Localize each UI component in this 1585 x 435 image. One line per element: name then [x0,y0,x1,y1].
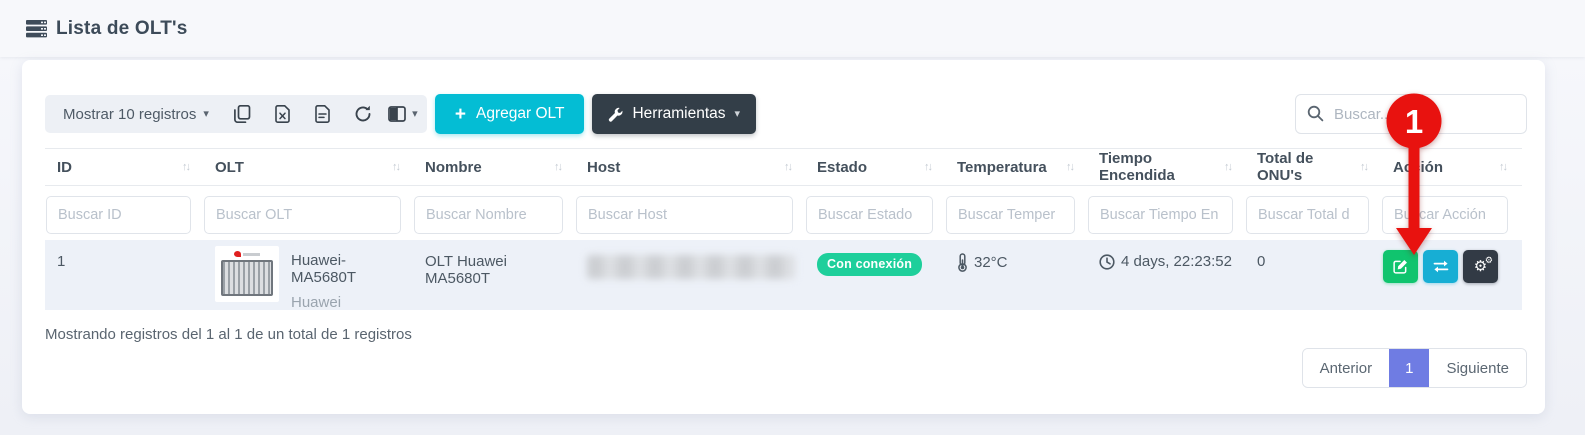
uptime-value: 4 days, 22:23:52 [1121,253,1232,270]
table-row: 1 Huawei-MA5680T Huawei OLT Huawei MA568… [45,240,1522,310]
page-head: Lista de OLT's [26,18,188,40]
cell-host [575,240,805,279]
olt-model: Huawei-MA5680T [291,252,401,286]
chevron-down-icon: ▾ [735,109,741,120]
header-host[interactable]: Host↑↓ [575,159,805,176]
edit-olt-button[interactable] [1383,250,1418,283]
cell-nombre: OLT Huawei MA5680T [413,240,575,287]
cell-olt: Huawei-MA5680T Huawei [203,240,413,311]
sort-icon: ↑↓ [1360,161,1367,173]
sort-icon: ↑↓ [924,161,931,173]
edit-icon [1393,259,1408,274]
file-text-icon [315,105,330,123]
olt-list-card: Mostrar 10 registros ▾ [22,60,1545,414]
cell-accion: ⚙ ⚙ [1381,240,1520,283]
copy-button[interactable] [223,95,263,133]
sort-icon: ↑↓ [1224,161,1231,173]
page-length-label: Mostrar 10 registros [63,106,196,123]
temperature-value: 32°C [974,254,1008,271]
pagination: Anterior 1 Siguiente [1302,348,1527,388]
columns-icon [388,106,406,122]
table-filter-row [45,190,1522,240]
sort-icon: ↑↓ [1499,161,1506,173]
gear-small-icon: ⚙ [1485,256,1493,265]
top-header-bar: Lista de OLT's [0,0,1585,57]
search-input[interactable] [1295,94,1527,134]
filter-host-input[interactable] [576,196,793,234]
cell-id: 1 [45,240,203,270]
sort-icon: ↑↓ [554,161,561,173]
huawei-logo [234,251,260,257]
filter-id-input[interactable] [46,196,191,234]
cell-temperatura: 32°C [945,240,1087,272]
olt-chassis-graphic [221,260,273,296]
column-visibility-dropdown[interactable]: ▾ [383,95,423,133]
table-header-row: ID↑↓ OLT↑↓ Nombre↑↓ Host↑↓ Estado↑↓ Temp… [45,148,1522,186]
header-accion[interactable]: Acción↑↓ [1381,159,1520,176]
header-total-onus[interactable]: Total de ONU's↑↓ [1245,150,1381,184]
header-olt[interactable]: OLT↑↓ [203,159,413,176]
cell-estado: Con conexión [805,240,945,276]
server-icon [26,20,47,38]
export-excel-button[interactable] [263,95,303,133]
tools-dropdown-button[interactable]: Herramientas ▾ [592,94,756,134]
filter-estado-input[interactable] [806,196,933,234]
clock-icon [1099,254,1115,270]
sort-icon: ↑↓ [784,161,791,173]
copy-icon [234,105,251,123]
refresh-icon [354,105,372,123]
cell-total-onus: 0 [1245,240,1381,270]
olt-brand: Huawei [291,294,401,311]
filter-olt-input[interactable] [204,196,401,234]
wrench-icon [608,107,623,122]
header-estado[interactable]: Estado↑↓ [805,159,945,176]
page-title: Lista de OLT's [56,18,188,40]
table-toolbar: Mostrar 10 registros ▾ [45,94,1527,134]
transfer-arrows-button[interactable] [1423,250,1458,283]
pagination-page-1[interactable]: 1 [1389,349,1429,387]
sort-icon: ↑↓ [392,161,399,173]
pagination-previous[interactable]: Anterior [1303,349,1390,387]
olt-device-image [215,246,279,302]
chevron-down-icon: ▾ [412,109,418,120]
cell-tiempo-encendida: 4 days, 22:23:52 [1087,240,1245,270]
toolbar-left-group: Mostrar 10 registros ▾ [45,95,427,133]
header-id[interactable]: ID↑↓ [45,159,203,176]
sort-icon: ↑↓ [182,161,189,173]
filter-tiempo-input[interactable] [1088,196,1233,234]
settings-gears-button[interactable]: ⚙ ⚙ [1463,250,1498,283]
filter-total-input[interactable] [1246,196,1369,234]
tools-label: Herramientas [632,105,725,123]
search-icon [1307,105,1324,122]
add-olt-button[interactable]: + Agregar OLT [435,94,585,134]
header-temperatura[interactable]: Temperatura↑↓ [945,159,1087,176]
filter-nombre-input[interactable] [414,196,563,234]
global-search [1295,94,1527,134]
sort-icon: ↑↓ [1066,161,1073,173]
header-nombre[interactable]: Nombre↑↓ [413,159,575,176]
plus-icon: + [455,105,466,124]
records-summary: Mostrando registros del 1 al 1 de un tot… [45,326,412,343]
filter-temperatura-input[interactable] [946,196,1075,234]
header-tiempo-encendida[interactable]: Tiempo Encendida↑↓ [1087,150,1245,184]
refresh-button[interactable] [343,95,383,133]
pagination-next[interactable]: Siguiente [1429,349,1526,387]
export-file-button[interactable] [303,95,343,133]
status-badge: Con conexión [817,253,922,276]
chevron-down-icon: ▾ [203,109,209,120]
excel-file-icon [275,105,290,123]
filter-accion-input[interactable] [1382,196,1508,234]
transfer-arrows-icon [1433,260,1449,273]
page-length-dropdown[interactable]: Mostrar 10 registros ▾ [49,95,223,133]
thermometer-icon [957,253,968,272]
host-redacted-blur [587,255,795,279]
add-olt-label: Agregar OLT [476,105,564,123]
